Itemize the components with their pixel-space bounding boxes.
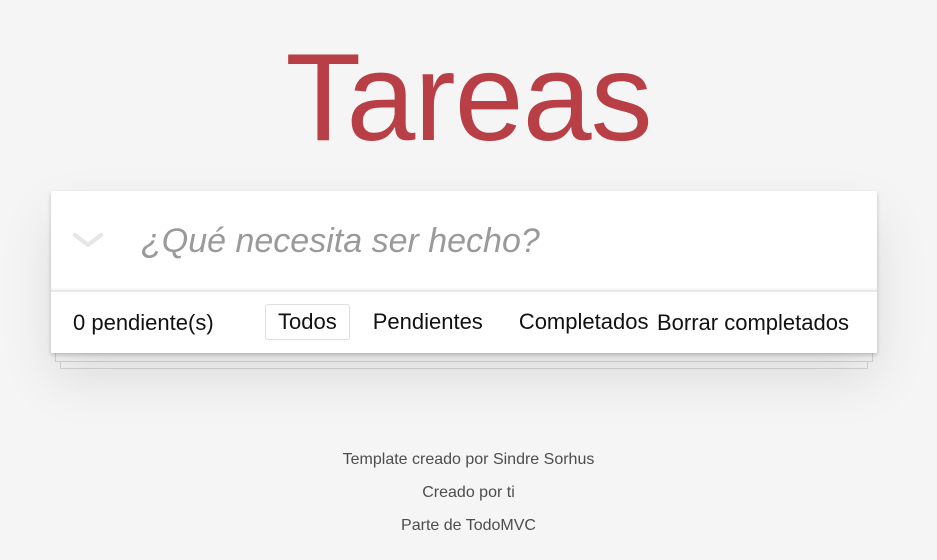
filters: Todos Pendientes Completados [265, 304, 661, 340]
filter-item: Completados [506, 304, 662, 340]
clear-completed-button[interactable]: Borrar completados [657, 310, 849, 336]
todo-app: 0 pendiente(s) Todos Pendientes Completa… [51, 191, 877, 369]
app-title: Tareas [285, 29, 652, 167]
new-todo-input[interactable] [141, 213, 841, 269]
filter-active-link[interactable]: Pendientes [360, 304, 496, 340]
filter-completed-link[interactable]: Completados [506, 304, 662, 340]
chevron-down-icon[interactable] [71, 227, 105, 251]
info-author-credit: Creado por ti [422, 484, 515, 501]
todo-count: 0 pendiente(s) [73, 310, 214, 335]
todo-card: 0 pendiente(s) Todos Pendientes Completa… [51, 191, 877, 353]
filter-all-link[interactable]: Todos [265, 304, 350, 340]
info-template-credit: Template creado por Sindre Sorhus [342, 451, 595, 468]
filter-item: Pendientes [360, 304, 496, 340]
info-todomvc-credit: Parte de TodoMVC [401, 517, 536, 534]
todo-header [51, 191, 877, 291]
filter-item: Todos [265, 304, 350, 340]
todo-footer: 0 pendiente(s) Todos Pendientes Completa… [51, 291, 877, 354]
info-footer: Template creado por Sindre Sorhus Creado… [0, 450, 937, 549]
